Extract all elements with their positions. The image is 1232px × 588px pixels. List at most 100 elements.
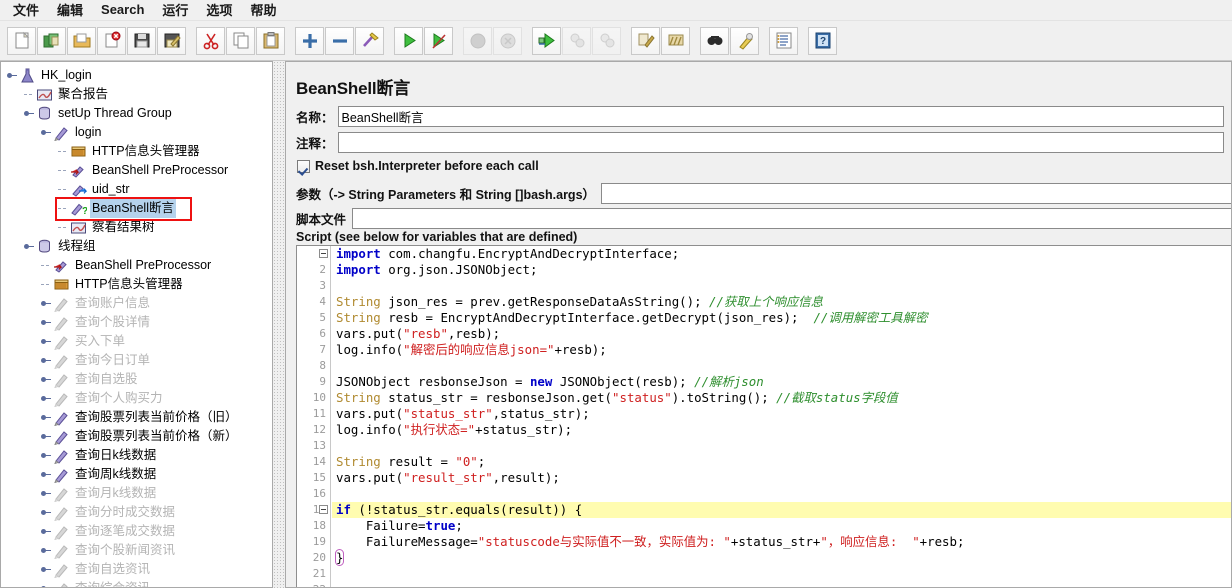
test-plan-tree-pane[interactable]: HK_login 聚合报告 setUp Thread Group login HTTP信…	[0, 61, 272, 588]
tree-node[interactable]: 查询股票列表当前价格（旧）	[1, 408, 272, 427]
code-line[interactable]	[332, 278, 1231, 294]
tree-node[interactable]: 查询自选资讯	[1, 560, 272, 579]
new-button[interactable]	[7, 26, 36, 55]
code-line[interactable]: vars.put("status_str",status_str);	[332, 406, 1231, 422]
code-line[interactable]: String result = "0";	[332, 454, 1231, 470]
tree-expander-icon[interactable]	[41, 450, 52, 461]
tree-expander-icon[interactable]	[41, 355, 52, 366]
clear-button[interactable]	[631, 26, 660, 55]
code-line[interactable]: import org.json.JSONObject;	[332, 262, 1231, 278]
tree-node[interactable]: 查询周k线数据	[1, 465, 272, 484]
tree-node[interactable]: 买入下单	[1, 332, 272, 351]
search-reset-button[interactable]	[730, 26, 759, 55]
menu-file[interactable]: 文件	[4, 0, 48, 22]
help-button[interactable]: ?	[808, 26, 837, 55]
code-line[interactable]: log.info("解密后的响应信息json="+resb);	[332, 342, 1231, 358]
code-line[interactable]: String resb = EncryptAndDecryptInterface…	[332, 310, 1231, 326]
tree-expander-icon[interactable]	[41, 526, 52, 537]
code-line[interactable]: Failure=true;	[332, 518, 1231, 534]
clear-all-button[interactable]	[661, 26, 690, 55]
tree-node[interactable]: 查询自选股	[1, 370, 272, 389]
tree-node[interactable]: 查询逐笔成交数据	[1, 522, 272, 541]
start-no-pauses-button[interactable]	[424, 26, 453, 55]
comment-input[interactable]	[337, 132, 1224, 153]
tree-expander-icon[interactable]	[41, 431, 52, 442]
tree-node[interactable]: BeanShell PreProcessor	[1, 161, 272, 180]
code-line[interactable]: log.info("执行状态="+status_str);	[332, 422, 1231, 438]
collapse-all-button[interactable]	[325, 26, 354, 55]
code-line[interactable]	[332, 486, 1231, 502]
code-fold-icon[interactable]	[319, 505, 328, 514]
tree-node[interactable]: HTTP信息头管理器	[1, 142, 272, 161]
tree-expander-icon[interactable]	[41, 507, 52, 518]
test-plan-tree[interactable]: HK_login 聚合报告 setUp Thread Group login HTTP信…	[1, 62, 272, 587]
tree-node[interactable]: 查询日k线数据	[1, 446, 272, 465]
code-line[interactable]	[332, 582, 1231, 587]
code-line[interactable]: import com.changfu.EncryptAndDecryptInte…	[332, 246, 1231, 262]
code-line[interactable]: }	[332, 549, 1231, 566]
script-file-input[interactable]	[352, 208, 1231, 229]
tree-expander-icon[interactable]	[41, 545, 52, 556]
tree-node[interactable]: 查询个股详情	[1, 313, 272, 332]
code-line[interactable]: JSONObject resbonseJson = new JSONObject…	[332, 374, 1231, 390]
reset-interpreter-checkbox[interactable]	[297, 159, 310, 173]
tree-expander-icon[interactable]	[41, 298, 52, 309]
code-fold-icon[interactable]	[319, 249, 328, 258]
tree-node[interactable]: 查询股票列表当前价格（新）	[1, 427, 272, 446]
code-line[interactable]: FailureMessage="statuscode与实际值不一致，实际值为: …	[332, 534, 1231, 550]
start-button[interactable]	[394, 26, 423, 55]
cut-button[interactable]	[196, 26, 225, 55]
script-editor[interactable]: 12345678910111213141516171819202122 impo…	[296, 245, 1231, 587]
tree-expander-icon[interactable]	[41, 469, 52, 480]
menu-run[interactable]: 运行	[153, 0, 197, 22]
split-pane-divider[interactable]	[272, 61, 286, 588]
script-code-area[interactable]: import com.changfu.EncryptAndDecryptInte…	[332, 246, 1231, 587]
save-button[interactable]	[127, 26, 156, 55]
tree-node[interactable]: 查询账户信息	[1, 294, 272, 313]
tree-node[interactable]: setUp Thread Group	[1, 104, 272, 123]
templates-button[interactable]	[37, 26, 66, 55]
parameters-input[interactable]	[601, 183, 1231, 204]
toggle-button[interactable]	[355, 26, 384, 55]
paste-button[interactable]	[256, 26, 285, 55]
tree-node[interactable]: 查询今日订单	[1, 351, 272, 370]
tree-expander-icon[interactable]	[41, 488, 52, 499]
code-line[interactable]: String json_res = prev.getResponseDataAs…	[332, 294, 1231, 310]
tree-node[interactable]: 聚合报告	[1, 85, 272, 104]
tree-node[interactable]: BeanShell PreProcessor	[1, 256, 272, 275]
save-as-button[interactable]	[157, 26, 186, 55]
copy-button[interactable]	[226, 26, 255, 55]
open-button[interactable]	[67, 26, 96, 55]
tree-expander-icon[interactable]	[41, 336, 52, 347]
tree-expander-icon[interactable]	[7, 70, 18, 81]
name-input[interactable]	[337, 106, 1224, 127]
tree-node[interactable]: 查询综合资讯	[1, 579, 272, 587]
menu-options[interactable]: 选项	[197, 0, 241, 22]
code-line[interactable]	[332, 438, 1231, 454]
tree-expander-icon[interactable]	[41, 412, 52, 423]
tree-expander-icon[interactable]	[24, 241, 35, 252]
tree-node[interactable]: 查询个股新闻资讯	[1, 541, 272, 560]
tree-node[interactable]: 查询个人购买力	[1, 389, 272, 408]
tree-expander-icon[interactable]	[41, 317, 52, 328]
tree-expander-icon[interactable]	[41, 583, 52, 587]
code-line[interactable]	[332, 358, 1231, 374]
tree-expander-icon[interactable]	[41, 564, 52, 575]
code-line[interactable]: if (!status_str.equals(result)) {	[332, 502, 1231, 518]
tree-expander-icon[interactable]	[41, 393, 52, 404]
menu-edit[interactable]: 编辑	[48, 0, 92, 22]
reset-interpreter-row[interactable]: Reset bsh.Interpreter before each call	[297, 159, 539, 173]
expand-all-button[interactable]	[295, 26, 324, 55]
menu-help[interactable]: 帮助	[241, 0, 285, 22]
code-line[interactable]: String status_str = resbonseJson.get("st…	[332, 390, 1231, 406]
tree-node[interactable]: login	[1, 123, 272, 142]
close-button[interactable]	[97, 26, 126, 55]
tree-expander-icon[interactable]	[41, 127, 52, 138]
code-line[interactable]	[332, 566, 1231, 582]
search-button[interactable]	[700, 26, 729, 55]
function-helper-button[interactable]	[769, 26, 798, 55]
tree-node[interactable]: 查询月k线数据	[1, 484, 272, 503]
tree-node[interactable]: HK_login	[1, 66, 272, 85]
tree-node[interactable]: HTTP信息头管理器	[1, 275, 272, 294]
remote-start-all-button[interactable]	[532, 26, 561, 55]
